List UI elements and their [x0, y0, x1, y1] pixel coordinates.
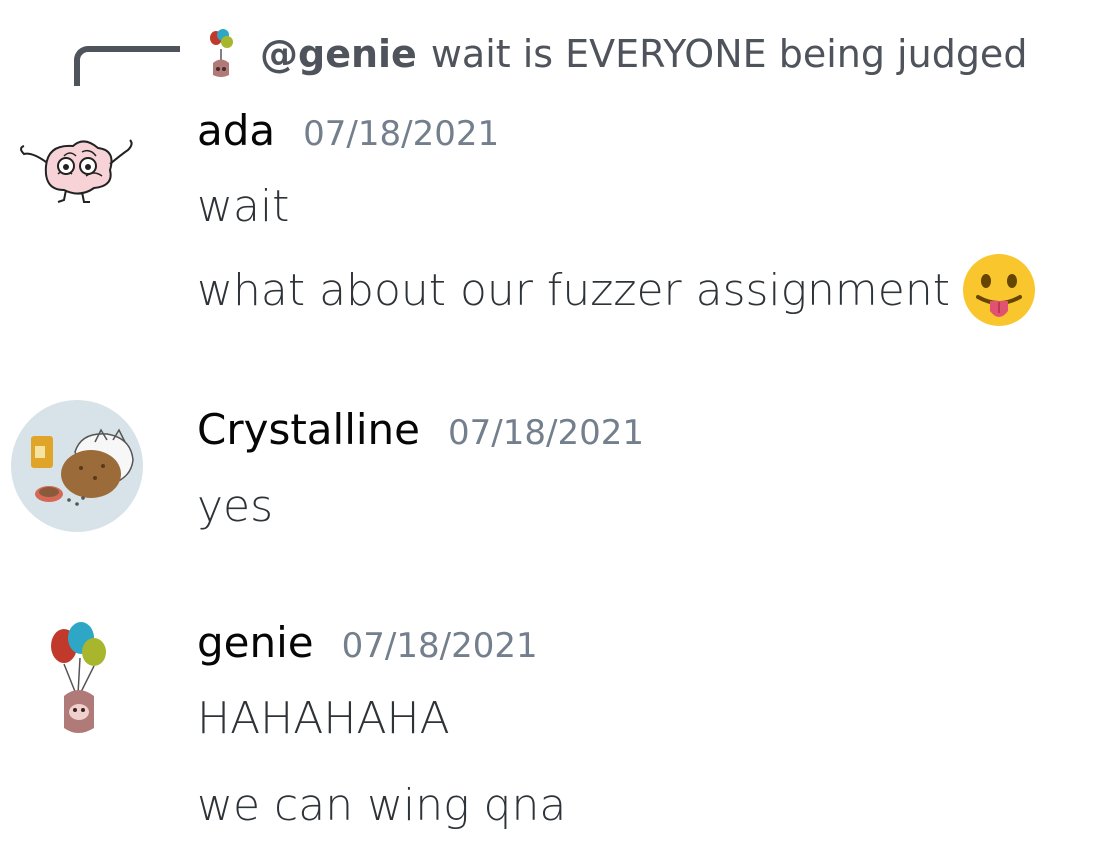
reply-preview[interactable]: @genie wait is EVERYONE being judged [204, 26, 1027, 82]
reply-mention[interactable]: @genie [260, 32, 417, 76]
message-text-line: HAHAHAHA [197, 692, 450, 744]
timestamp[interactable]: 07/18/2021 [342, 626, 538, 666]
chat-log: @genie wait is EVERYONE being judged ada… [0, 0, 1119, 860]
balloon-sloth-avatar-icon[interactable] [48, 620, 112, 740]
message-text-line: wait [197, 180, 290, 232]
message-text: what about our fuzzer assignment [197, 252, 1036, 328]
reply-text[interactable]: wait is EVERYONE being judged [431, 32, 1028, 76]
message-text-line: we can wing qna [197, 779, 567, 831]
message-text: wait [197, 176, 289, 236]
username[interactable]: genie [197, 618, 314, 667]
message-text: yes [197, 476, 273, 536]
hamster-avatar-icon[interactable] [11, 400, 143, 532]
stuck-out-tongue-emoji-icon[interactable] [962, 253, 1036, 327]
message-header: genie 07/18/2021 [197, 618, 538, 667]
message-text: we can wing qna [197, 775, 566, 835]
timestamp[interactable]: 07/18/2021 [448, 413, 644, 453]
message-text-line: yes [197, 480, 274, 532]
message-text: HAHAHAHA [197, 688, 450, 748]
balloon-avatar-icon[interactable] [204, 29, 238, 79]
username[interactable]: Crystalline [197, 405, 420, 454]
timestamp[interactable]: 07/18/2021 [303, 114, 499, 154]
message-header: Crystalline 07/18/2021 [197, 405, 644, 454]
reply-connector [74, 46, 180, 86]
brain-avatar-icon[interactable] [18, 128, 136, 208]
message-header: ada 07/18/2021 [197, 106, 499, 155]
username[interactable]: ada [197, 106, 275, 155]
message-text-line: what about our fuzzer assignment [197, 264, 951, 316]
